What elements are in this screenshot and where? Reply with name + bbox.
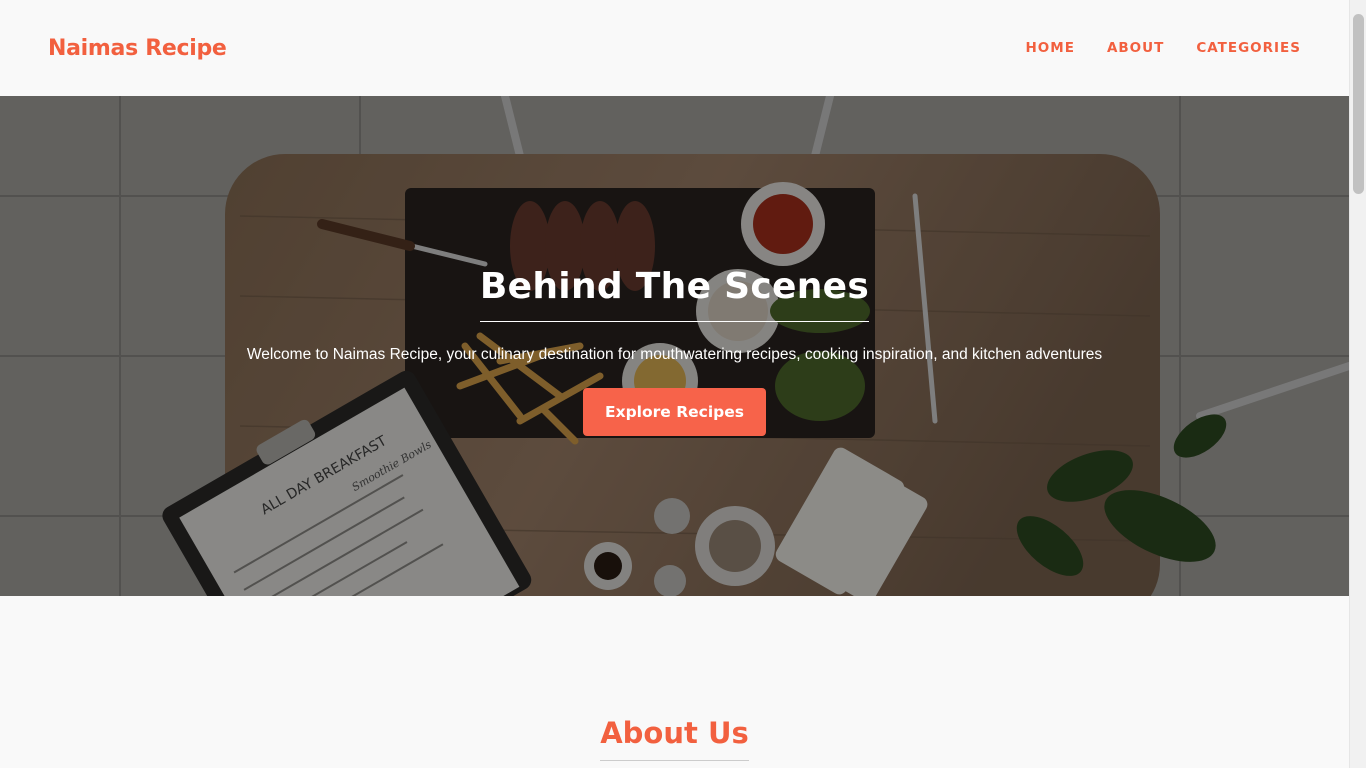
brand-logo[interactable]: Naimas Recipe bbox=[48, 36, 227, 61]
hero-section: ALL DAY BREAKFAST Smoothie Bowls Behind … bbox=[0, 96, 1349, 596]
about-title: About Us bbox=[600, 716, 749, 761]
main-nav: HOME ABOUT CATEGORIES bbox=[1026, 40, 1302, 56]
hero-title: Behind The Scenes bbox=[479, 266, 870, 322]
about-section: About Us bbox=[0, 596, 1349, 768]
vertical-scrollbar[interactable] bbox=[1349, 0, 1366, 768]
page: Naimas Recipe HOME ABOUT CATEGORIES ALL … bbox=[0, 0, 1349, 768]
explore-recipes-button[interactable]: Explore Recipes bbox=[583, 388, 766, 436]
nav-categories-link[interactable]: CATEGORIES bbox=[1196, 40, 1301, 56]
navbar: Naimas Recipe HOME ABOUT CATEGORIES bbox=[0, 0, 1349, 96]
scrollbar-thumb[interactable] bbox=[1353, 14, 1364, 194]
nav-about-link[interactable]: ABOUT bbox=[1107, 40, 1164, 56]
nav-home-link[interactable]: HOME bbox=[1026, 40, 1075, 56]
hero-content: Behind The Scenes Welcome to Naimas Reci… bbox=[0, 96, 1349, 596]
hero-subtitle: Welcome to Naimas Recipe, your culinary … bbox=[246, 346, 1103, 363]
